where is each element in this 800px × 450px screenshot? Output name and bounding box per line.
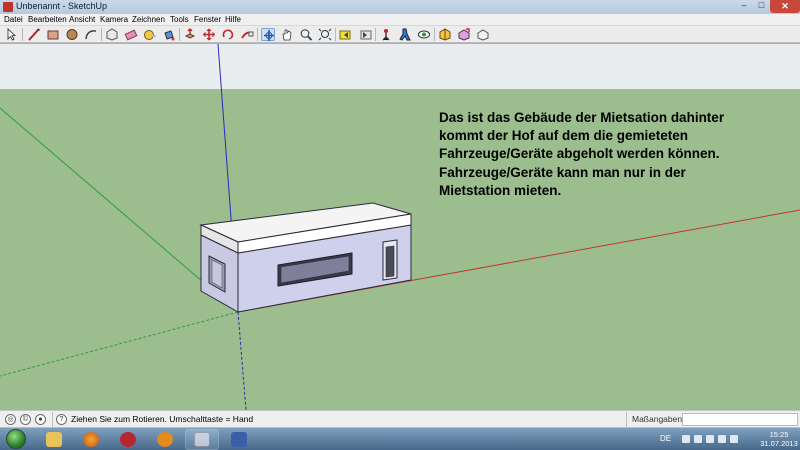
status-hint: Ziehen Sie zum Rotieren. Umschalttaste =… bbox=[71, 414, 254, 424]
credits-icon[interactable]: © bbox=[20, 414, 31, 425]
tray-flag-icon[interactable] bbox=[694, 435, 702, 443]
status-separator bbox=[626, 412, 627, 427]
door-opening bbox=[385, 245, 395, 278]
drawing-viewport[interactable]: Das ist das Gebäude der Mietsation dahin… bbox=[0, 44, 800, 410]
next-view-icon[interactable] bbox=[358, 28, 372, 41]
input-language[interactable]: DE bbox=[660, 434, 671, 443]
window-title: Unbenannt - SketchUp bbox=[16, 1, 108, 11]
toolbar-separator bbox=[375, 28, 376, 41]
pan-tool-icon[interactable] bbox=[280, 28, 294, 41]
menu-fenster[interactable]: Fenster bbox=[194, 15, 221, 24]
menu-zeichnen[interactable]: Zeichnen bbox=[132, 15, 165, 24]
position-camera-icon[interactable] bbox=[379, 28, 393, 41]
line-tool-icon[interactable] bbox=[27, 28, 41, 41]
zoom-tool-icon[interactable] bbox=[299, 28, 313, 41]
building-model[interactable] bbox=[199, 202, 412, 313]
paint-bucket-icon[interactable] bbox=[162, 28, 176, 41]
menu-hilfe[interactable]: Hilfe bbox=[225, 15, 241, 24]
measurements-label: Maßangaben bbox=[632, 414, 683, 424]
geo-location-icon[interactable]: ◎ bbox=[5, 414, 16, 425]
taskbar-paint[interactable] bbox=[222, 429, 256, 450]
scene-canvas[interactable] bbox=[0, 44, 800, 410]
scene-annotation-text[interactable]: Das ist das Gebäude der Mietsation dahin… bbox=[439, 109, 789, 200]
tape-measure-icon[interactable] bbox=[143, 28, 157, 41]
menu-ansicht[interactable]: Ansicht bbox=[69, 15, 95, 24]
toolbar-separator bbox=[179, 28, 180, 41]
eraser-icon[interactable] bbox=[124, 28, 138, 41]
get-models-icon[interactable] bbox=[438, 28, 452, 41]
taskbar-explorer[interactable] bbox=[37, 429, 71, 450]
tray-network-icon[interactable] bbox=[706, 435, 714, 443]
arc-tool-icon[interactable] bbox=[84, 28, 98, 41]
rectangle-tool-icon[interactable] bbox=[46, 28, 60, 41]
firefox-icon bbox=[83, 432, 99, 447]
paint-icon bbox=[231, 432, 247, 447]
select-tool-icon[interactable] bbox=[4, 28, 18, 41]
taskbar-active-highlight bbox=[185, 429, 219, 450]
toolbar-separator bbox=[257, 28, 258, 41]
zoom-extents-icon[interactable] bbox=[318, 28, 332, 41]
tray-monitor-icon[interactable] bbox=[718, 435, 726, 443]
make-component-icon[interactable] bbox=[105, 28, 119, 41]
menu-bar: Datei Bearbeiten Ansicht Kamera Zeichnen… bbox=[0, 14, 800, 26]
windows-taskbar: DE 15:25 31.07.2013 bbox=[0, 427, 800, 450]
taskbar-firefox[interactable] bbox=[74, 429, 108, 450]
maximize-button[interactable]: □ bbox=[753, 0, 770, 13]
sketchup-app-icon bbox=[3, 2, 13, 12]
status-bar: ◎ © ● ? Ziehen Sie zum Rotieren. Umschal… bbox=[0, 410, 800, 427]
clock-time: 15:25 bbox=[769, 430, 789, 439]
toolbar-separator bbox=[101, 28, 102, 41]
look-around-icon[interactable] bbox=[417, 28, 431, 41]
walk-tool-icon[interactable] bbox=[398, 28, 412, 41]
clock-date: 31.07.2013 bbox=[760, 439, 798, 448]
user-icon[interactable]: ● bbox=[35, 414, 46, 425]
blue-axis-negative bbox=[237, 311, 247, 410]
help-icon[interactable]: ? bbox=[56, 414, 67, 425]
menu-kamera[interactable]: Kamera bbox=[100, 15, 128, 24]
share-component-icon[interactable] bbox=[476, 28, 490, 41]
push-pull-icon[interactable] bbox=[183, 28, 197, 41]
tray-volume-icon[interactable] bbox=[730, 435, 738, 443]
green-axis-negative bbox=[0, 311, 239, 377]
move-tool-icon[interactable] bbox=[202, 28, 216, 41]
folder-icon bbox=[46, 432, 62, 447]
follow-me-icon[interactable] bbox=[240, 28, 254, 41]
media-player-icon bbox=[157, 432, 173, 447]
circle-tool-icon[interactable] bbox=[65, 28, 79, 41]
taskbar-sketchup-bug[interactable] bbox=[111, 429, 145, 450]
tray-arrow-icon[interactable] bbox=[682, 435, 690, 443]
toolbar-separator bbox=[335, 28, 336, 41]
main-toolbar bbox=[0, 26, 800, 43]
status-separator bbox=[52, 412, 53, 427]
toolbar-separator bbox=[434, 28, 435, 41]
bug-icon bbox=[120, 432, 136, 447]
menu-datei[interactable]: Datei bbox=[4, 15, 23, 24]
toolbar-separator bbox=[22, 28, 23, 41]
start-button[interactable] bbox=[6, 429, 26, 449]
measurements-input[interactable] bbox=[682, 413, 798, 426]
menu-tools[interactable]: Tools bbox=[170, 15, 189, 24]
title-bar[interactable]: Unbenannt - SketchUp – □ ✕ bbox=[0, 0, 800, 14]
taskbar-media-player[interactable] bbox=[148, 429, 182, 450]
minimize-button[interactable]: – bbox=[735, 0, 753, 13]
share-model-icon[interactable] bbox=[457, 28, 471, 41]
close-button[interactable]: ✕ bbox=[770, 0, 800, 13]
previous-view-icon[interactable] bbox=[339, 28, 353, 41]
orbit-tool-icon[interactable] bbox=[261, 28, 275, 41]
rotate-tool-icon[interactable] bbox=[221, 28, 235, 41]
system-clock[interactable]: 15:25 31.07.2013 bbox=[758, 430, 800, 448]
menu-bearbeiten[interactable]: Bearbeiten bbox=[28, 15, 67, 24]
